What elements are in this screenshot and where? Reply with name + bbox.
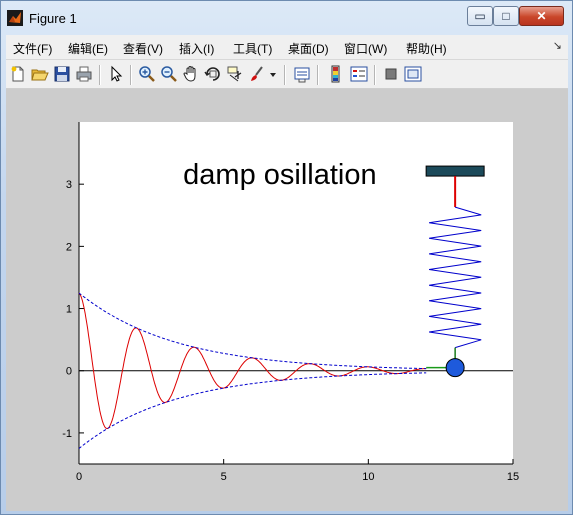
toolbar-separator	[99, 65, 101, 85]
brush-icon[interactable]	[248, 65, 266, 83]
y-tick-label: 0	[66, 366, 72, 378]
plot-canvas[interactable]: 0 5 10 15 -1 0 1 2 3 damp osillation	[6, 89, 568, 511]
zoom-in-icon[interactable]	[138, 65, 156, 83]
menu-window[interactable]: 窗口(W)	[344, 40, 387, 57]
menu-tools[interactable]: 工具(T)	[233, 40, 272, 57]
matlab-logo-icon	[7, 10, 23, 26]
menu-bar: 文件(F) 编辑(E) 查看(V) 插入(I) 工具(T) 桌面(D) 窗口(W…	[6, 35, 568, 59]
legend-icon[interactable]	[350, 65, 368, 83]
open-file-icon[interactable]	[31, 65, 49, 83]
x-tick-label: 0	[76, 471, 82, 483]
x-tick-label: 15	[507, 471, 519, 483]
minimize-button[interactable]: ▭	[467, 6, 493, 26]
menu-help[interactable]: 帮助(H)	[406, 40, 447, 57]
close-button[interactable]: ✕	[519, 6, 564, 26]
menu-insert[interactable]: 插入(I)	[179, 40, 214, 57]
menu-edit[interactable]: 编辑(E)	[68, 40, 108, 57]
x-tick-label: 10	[362, 471, 374, 483]
toolbar-separator	[374, 65, 376, 85]
rotate-3d-icon[interactable]	[204, 65, 222, 83]
y-tick-label: 1	[66, 304, 72, 316]
toolbar-separator	[284, 65, 286, 85]
title-bar[interactable]: Figure 1 ▭ □ ✕	[1, 1, 572, 35]
toolbar	[6, 59, 568, 89]
pan-hand-icon[interactable]	[182, 65, 200, 83]
data-cursor-icon[interactable]	[226, 65, 244, 83]
toolbar-separator	[130, 65, 132, 85]
new-figure-icon[interactable]	[9, 65, 27, 83]
figure-canvas: 0 5 10 15 -1 0 1 2 3 damp osillation	[6, 89, 568, 511]
toolbar-separator	[317, 65, 319, 85]
x-tick-label: 5	[221, 471, 227, 483]
maximize-icon: □	[502, 9, 510, 23]
y-tick-label: 3	[66, 179, 72, 191]
edit-plot-arrow-icon[interactable]	[107, 65, 125, 83]
plot-annotation: damp osillation	[183, 159, 376, 191]
menu-desktop[interactable]: 桌面(D)	[288, 40, 329, 57]
print-icon[interactable]	[75, 65, 93, 83]
mass-ball	[445, 358, 465, 378]
figure-window: Figure 1 ▭ □ ✕ 文件(F) 编辑(E) 查看(V) 插入(I) 工…	[0, 0, 573, 515]
colorbar-icon[interactable]	[327, 65, 345, 83]
show-plot-tools-icon[interactable]	[404, 65, 422, 83]
hide-plot-tools-icon[interactable]	[382, 65, 400, 83]
zoom-out-icon[interactable]	[160, 65, 178, 83]
menu-view[interactable]: 查看(V)	[123, 40, 163, 57]
maximize-button[interactable]: □	[493, 6, 519, 26]
close-icon: ✕	[536, 9, 547, 23]
y-tick-label: -1	[62, 428, 72, 440]
brush-dropdown-icon[interactable]	[268, 65, 278, 83]
link-plot-icon[interactable]	[293, 65, 311, 83]
y-tick-label: 2	[66, 241, 72, 253]
window-title: Figure 1	[29, 11, 77, 26]
menu-overflow-icon[interactable]: ↘	[553, 39, 562, 52]
save-icon[interactable]	[53, 65, 71, 83]
menu-file[interactable]: 文件(F)	[13, 40, 52, 57]
spring-anchor-block	[425, 165, 485, 177]
minimize-icon: ▭	[474, 9, 486, 23]
